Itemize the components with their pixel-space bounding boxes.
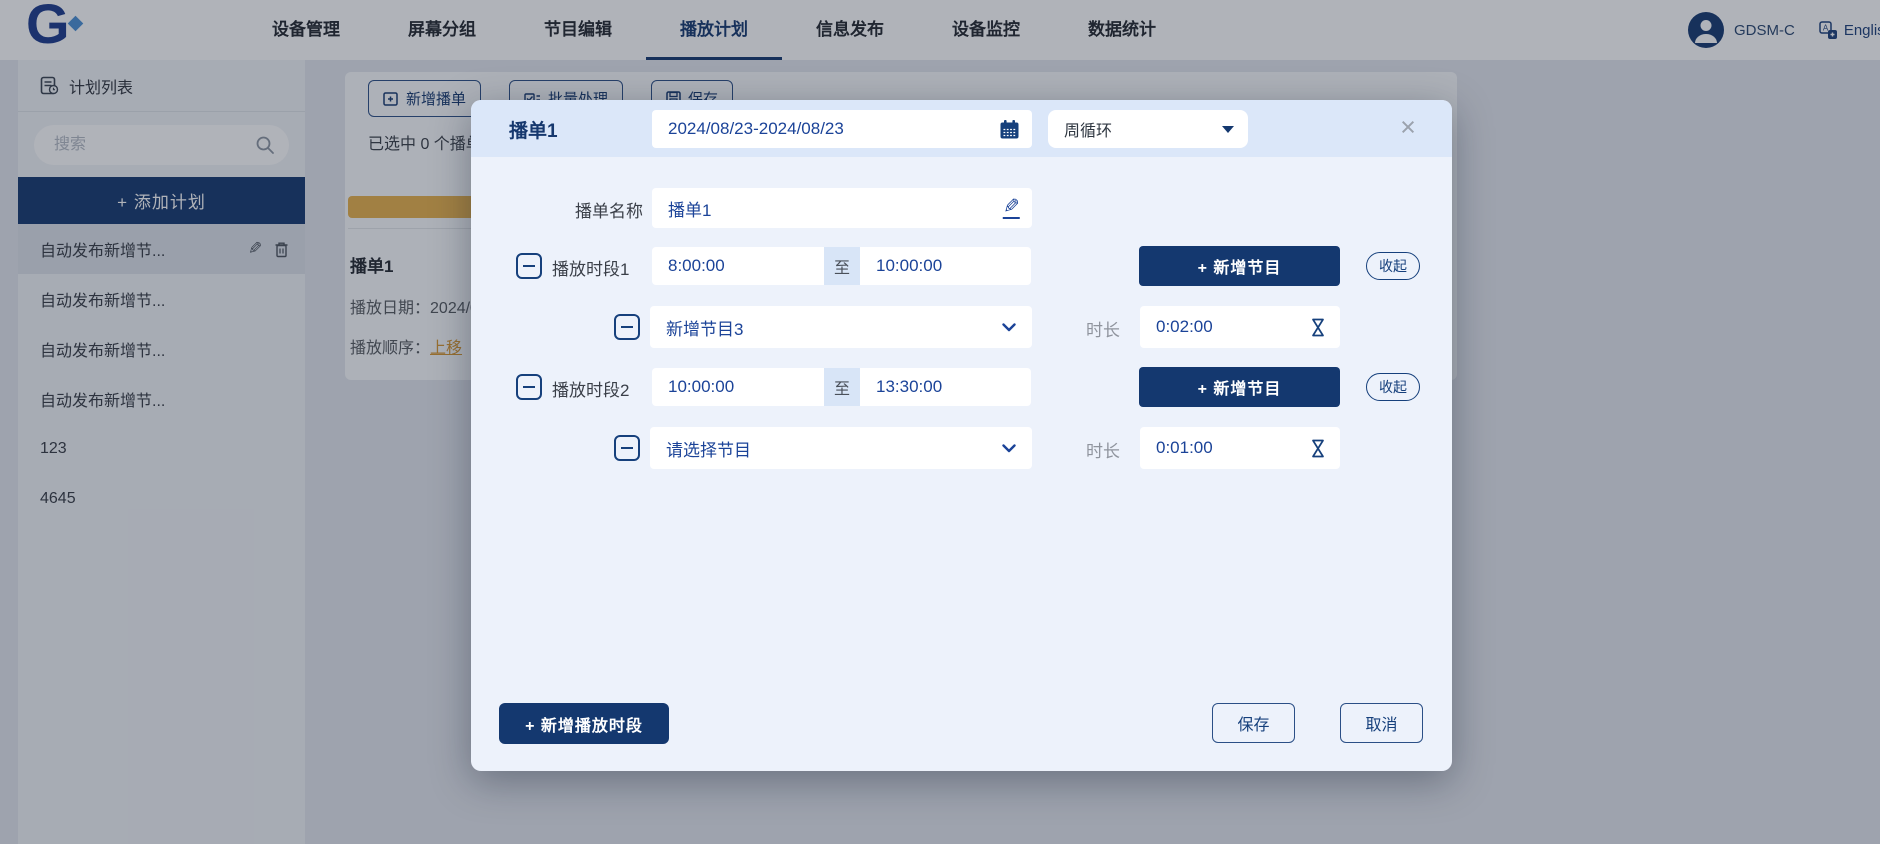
program-select[interactable]: 请选择节目 [650,427,1032,469]
playlist-name-input[interactable]: 播单1 ✎ [652,188,1032,228]
end-time-input[interactable]: 13:30:00 [860,368,1031,406]
date-range-input[interactable]: 2024/08/23-2024/08/23 [652,110,1032,148]
add-program-button[interactable]: + 新增节目 [1139,367,1340,407]
repeat-mode-select[interactable]: 周循环 [1048,110,1248,148]
playlist-name-label: 播单名称 [471,197,643,222]
segment-time-range: 8:00:00 至 10:00:00 [652,247,1031,285]
collapse-button[interactable]: 收起 [1366,252,1420,280]
end-time-input[interactable]: 10:00:00 [860,247,1031,285]
date-range-value: 2024/08/23-2024/08/23 [668,119,999,139]
edit-name-icon[interactable]: ✎ [1003,197,1020,219]
repeat-mode-value: 周循环 [1064,117,1222,141]
edit-playlist-modal: 播单1 2024/08/23-2024/08/23 周循环 × 播单名称 播单1 [471,100,1452,771]
save-button[interactable]: 保存 [1212,703,1295,743]
to-separator: 至 [824,247,860,285]
duration-value: 0:01:00 [1156,438,1310,458]
chevron-down-icon [1002,444,1016,453]
start-time-input[interactable]: 8:00:00 [652,247,824,285]
program-row-2: 请选择节目 时长 0:01:00 [471,427,1452,469]
program-row-1: 新增节目3 时长 0:02:00 [471,306,1452,348]
modal-title: 播单1 [509,116,558,143]
playlist-name-value: 播单1 [668,196,1003,221]
hourglass-icon[interactable] [1310,317,1326,338]
add-program-button[interactable]: + 新增节目 [1139,246,1340,286]
remove-program-icon[interactable] [614,314,640,340]
modal-header: 播单1 2024/08/23-2024/08/23 周循环 × [471,100,1452,157]
remove-segment-icon[interactable] [516,374,542,400]
calendar-icon[interactable] [999,119,1020,140]
playlist-name-row: 播单名称 播单1 ✎ [471,188,1452,228]
program-select[interactable]: 新增节目3 [650,306,1032,348]
modal-footer: + 新增播放时段 保存 取消 [471,703,1452,744]
app-root: G 设备管理 屏幕分组 节目编辑 播放计划 信息发布 设备监控 数据统计 GDS… [0,0,1880,844]
remove-segment-icon[interactable] [516,253,542,279]
add-segment-button[interactable]: + 新增播放时段 [499,703,669,744]
duration-label: 时长 [1086,437,1120,462]
close-icon[interactable]: × [1391,110,1425,144]
chevron-down-icon [1002,323,1016,332]
caret-down-icon [1222,126,1234,133]
segment-label: 播放时段1 [552,255,629,280]
segment-row-1: 播放时段1 8:00:00 至 10:00:00 + 新增节目 收起 [471,246,1452,286]
segment-time-range: 10:00:00 至 13:30:00 [652,368,1031,406]
to-separator: 至 [824,368,860,406]
program-select-value: 新增节目3 [666,315,1002,340]
segment-row-2: 播放时段2 10:00:00 至 13:30:00 + 新增节目 收起 [471,367,1452,407]
duration-label: 时长 [1086,316,1120,341]
program-select-value: 请选择节目 [666,436,1002,461]
start-time-input[interactable]: 10:00:00 [652,368,824,406]
duration-value: 0:02:00 [1156,317,1310,337]
remove-program-icon[interactable] [614,435,640,461]
duration-input[interactable]: 0:01:00 [1140,427,1340,469]
segment-label: 播放时段2 [552,376,629,401]
cancel-button[interactable]: 取消 [1340,703,1423,743]
duration-input[interactable]: 0:02:00 [1140,306,1340,348]
hourglass-icon[interactable] [1310,438,1326,459]
collapse-button[interactable]: 收起 [1366,373,1420,401]
